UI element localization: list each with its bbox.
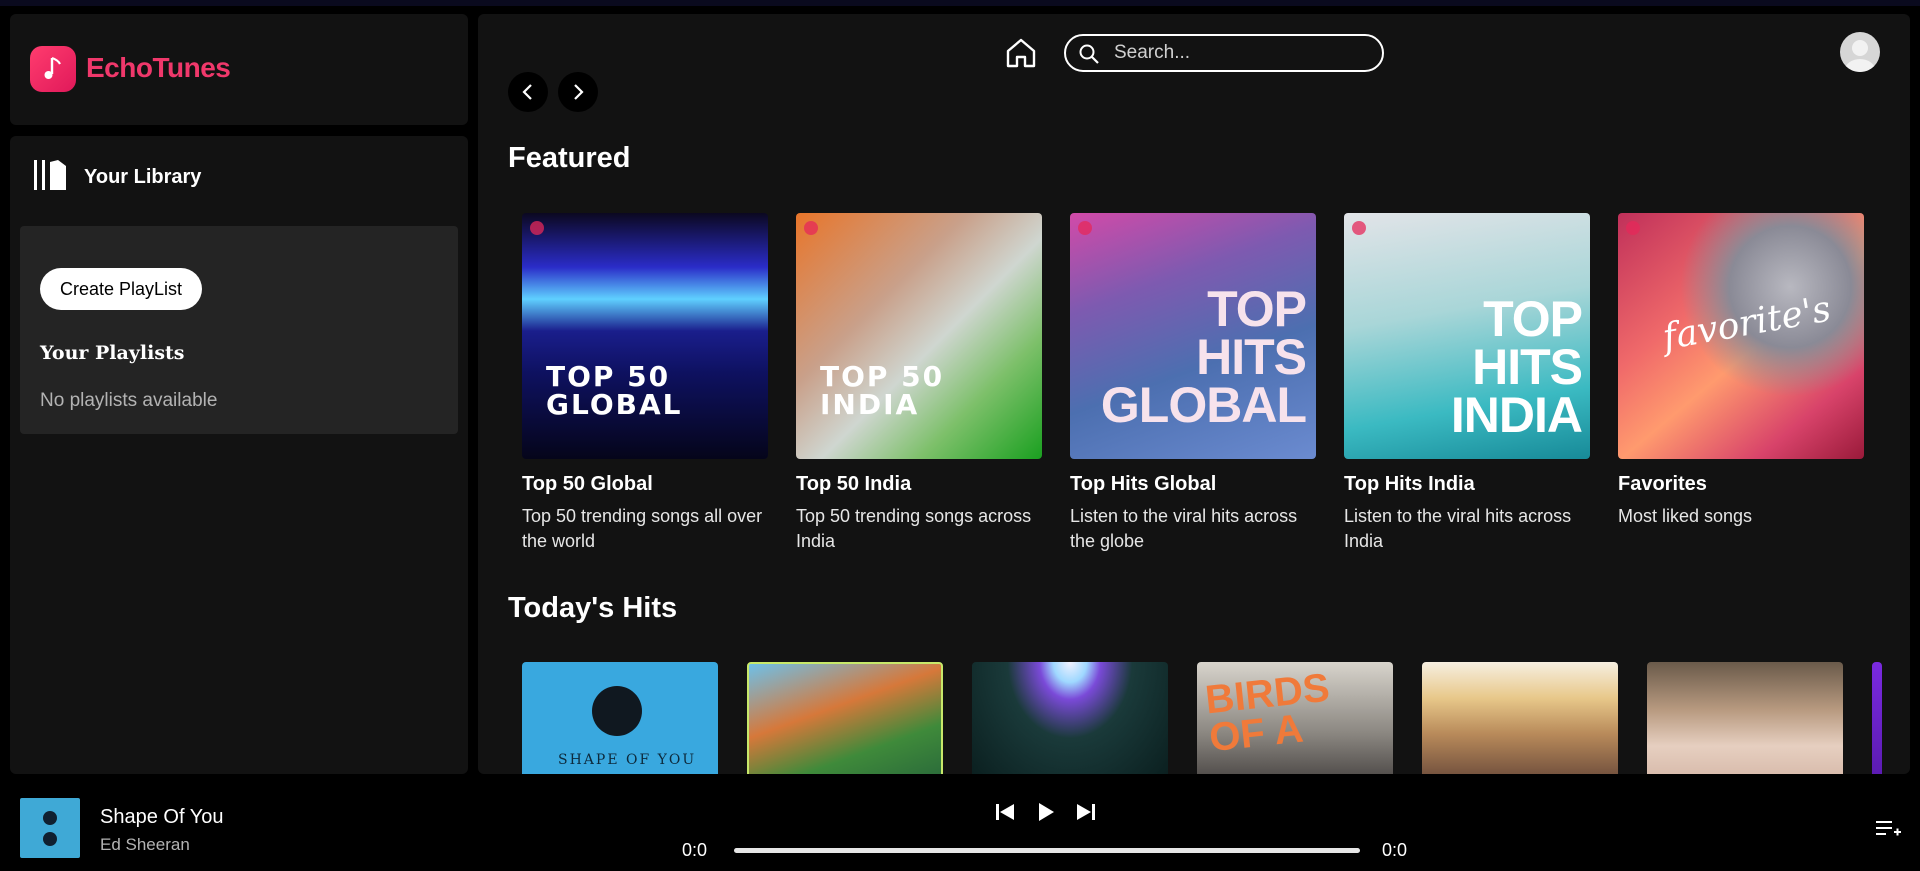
home-icon[interactable] [1004,36,1038,70]
hit-album-card[interactable] [1422,662,1618,774]
empty-playlists-text: No playlists available [40,390,218,411]
play-icon [1039,803,1054,821]
featured-card[interactable]: TOP 50 INDIA Top 50 India Top 50 trendin… [796,213,1042,554]
brand-name[interactable]: EchoTunes [86,52,231,84]
card-cover: TOP HITS INDIA [1344,213,1590,459]
search-bar[interactable] [1064,34,1384,72]
hit-album-card[interactable] [747,662,943,774]
card-cover-text: favorite's [1659,288,1834,359]
skip-previous-icon [996,804,1014,820]
card-cover: TOP HITS GLOBAL [1070,213,1316,459]
hit-album-card[interactable] [972,662,1168,774]
queue-icon[interactable] [1874,818,1902,840]
now-playing-cover[interactable] [20,798,80,858]
card-title: Top Hits India [1344,473,1475,495]
featured-card[interactable]: TOP HITS GLOBAL Top Hits Global Listen t… [1070,213,1316,554]
card-cover-text: TOP HITS GLOBAL [1100,281,1307,433]
next-button[interactable] [1072,798,1100,826]
card-description: Top 50 trending songs across India [796,506,1032,551]
window-top-strip [0,0,1920,6]
chevron-right-icon [574,84,584,100]
main-panel: Featured TOP 50 GLOBAL Top 50 Global Top… [478,14,1910,774]
album-cover-symbol [592,686,642,736]
avatar[interactable] [1840,32,1880,72]
hit-album-card[interactable] [1872,662,1882,774]
search-icon [1079,44,1099,64]
card-title: Favorites [1618,473,1707,495]
previous-button[interactable] [991,798,1019,826]
card-cover-text: TOP 50 GLOBAL [546,360,683,421]
music-note-icon[interactable] [30,46,76,92]
library-icon[interactable] [32,158,68,192]
card-title: Top 50 Global [522,473,653,495]
todays-hits-heading: Today's Hits [508,592,678,624]
card-cover: favorite's [1618,213,1864,459]
hit-album-card[interactable] [1647,662,1843,774]
hit-album-card[interactable]: SHAPE OF YOU [522,662,718,774]
card-cover-text: TOP 50 INDIA [820,360,945,421]
featured-card[interactable]: TOP 50 GLOBAL Top 50 Global Top 50 trend… [522,213,768,554]
forward-button[interactable] [558,72,598,112]
album-cover-text: BIRDS OF A [1203,665,1332,761]
now-playing-artist: Ed Sheeran [100,835,190,854]
progress-bar[interactable] [734,848,1360,853]
chevron-left-icon [522,84,532,100]
playlist-box: Create PlayList Your Playlists No playli… [20,226,458,434]
card-description: Listen to the viral hits across India [1344,506,1572,551]
brand-panel: EchoTunes [10,14,468,125]
library-title[interactable]: Your Library [84,166,201,189]
current-time: 0:0 [682,840,708,860]
card-cover: TOP 50 INDIA [796,213,1042,459]
card-title: Top Hits Global [1070,473,1217,495]
hit-album-card[interactable]: BIRDS OF A [1197,662,1393,774]
featured-card[interactable]: TOP HITS INDIA Top Hits India Listen to … [1344,213,1590,554]
card-description: Most liked songs [1618,506,1753,526]
search-input[interactable] [1114,40,1364,66]
player-bar: Shape Of You Ed Sheeran 0:0 0:0 [0,784,1920,871]
card-cover: TOP 50 GLOBAL [522,213,768,459]
duration: 0:0 [1382,840,1408,860]
featured-card[interactable]: favorite's Favorites Most liked songs [1618,213,1864,529]
featured-heading: Featured [508,142,631,174]
create-playlist-button[interactable]: Create PlayList [40,268,203,310]
your-playlists-heading: Your Playlists [40,342,185,364]
card-title: Top 50 India [796,473,912,495]
skip-next-icon [1077,804,1095,820]
card-cover-text: TOP HITS INDIA [1450,291,1583,443]
library-panel: Your Library Create PlayList Your Playli… [10,136,468,774]
card-description: Top 50 trending songs all over the world [522,506,763,551]
play-button[interactable] [1032,798,1060,826]
now-playing-title: Shape Of You [100,806,224,828]
album-cover-text: SHAPE OF YOU [558,752,697,768]
back-button[interactable] [508,72,548,112]
card-description: Listen to the viral hits across the glob… [1070,506,1298,551]
